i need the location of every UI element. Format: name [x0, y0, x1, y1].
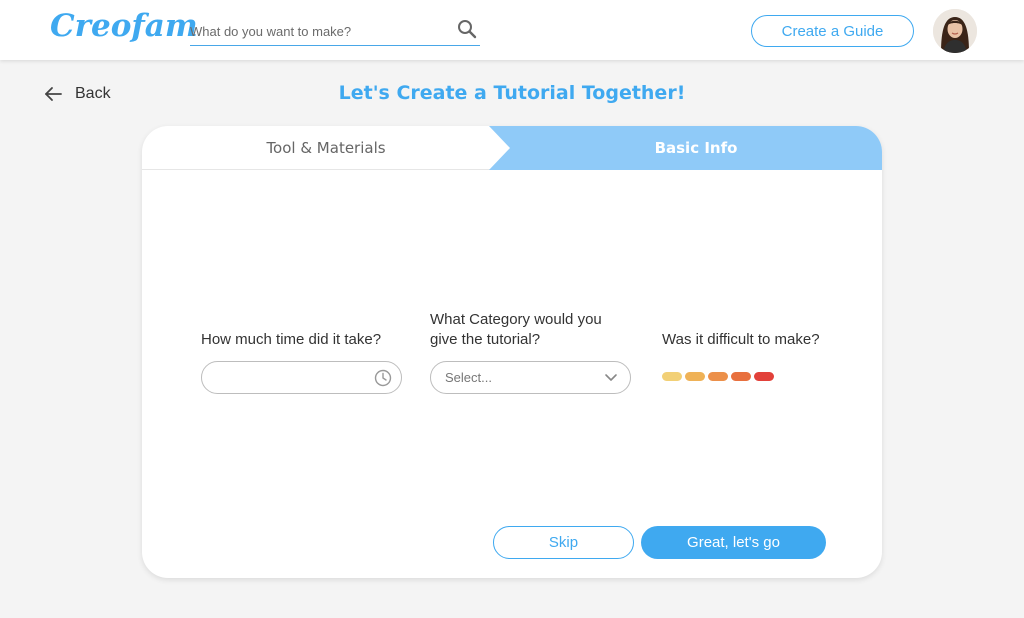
search-icon[interactable] [456, 18, 478, 40]
create-guide-button[interactable]: Create a Guide [751, 15, 914, 47]
tutorial-form-card: Tool & Materials Basic Info How much tim… [142, 126, 882, 578]
skip-button[interactable]: Skip [493, 526, 634, 559]
search-input[interactable] [190, 20, 440, 42]
clock-icon[interactable] [374, 369, 392, 387]
time-question-label: How much time did it take? [201, 331, 382, 348]
page-title: Let's Create a Tutorial Together! [338, 82, 686, 104]
category-select-value: Select... [445, 370, 492, 385]
difficulty-level-1[interactable] [662, 372, 682, 381]
step-basic-info[interactable]: Basic Info [510, 126, 882, 170]
difficulty-level-4[interactable] [731, 372, 751, 381]
category-question-label: What Category would you give the tutoria… [430, 311, 602, 348]
creofam-logo[interactable]: Creofam [50, 8, 198, 44]
search-bar [190, 14, 480, 46]
user-avatar[interactable] [933, 9, 977, 53]
time-input[interactable] [214, 368, 364, 388]
difficulty-rating[interactable] [662, 372, 774, 381]
difficulty-level-2[interactable] [685, 372, 705, 381]
step-progress: Tool & Materials Basic Info [142, 126, 882, 170]
difficulty-level-3[interactable] [708, 372, 728, 381]
avatar-image [933, 9, 977, 53]
category-select[interactable]: Select... [430, 361, 631, 394]
difficulty-question-label: Was it difficult to make? [662, 331, 820, 348]
time-field[interactable] [201, 361, 402, 394]
step-tool-materials[interactable]: Tool & Materials [142, 126, 510, 170]
top-navigation-bar: Creofam Create a Guide [0, 0, 1024, 60]
difficulty-level-5[interactable] [754, 372, 774, 381]
chevron-down-icon [605, 374, 617, 381]
great-lets-go-button[interactable]: Great, let's go [641, 526, 826, 559]
